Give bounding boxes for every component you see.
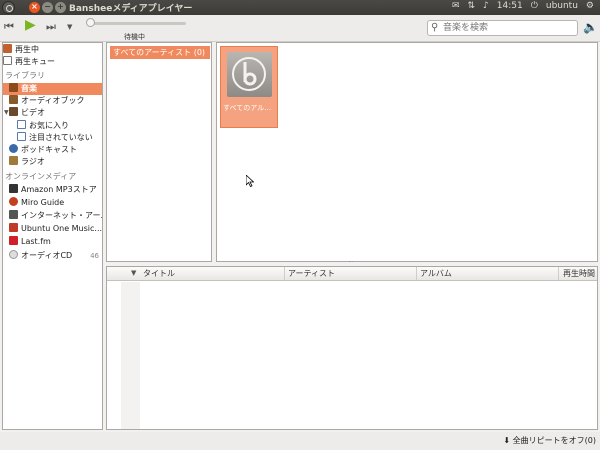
sort-chevron-icon[interactable]: ▼ <box>131 267 136 280</box>
seek-handle[interactable] <box>86 18 95 27</box>
track-list-header: ▼ タイトル アーティスト アルバム 再生時間 <box>107 267 597 281</box>
playback-status: 待機中 <box>124 33 145 41</box>
banshee-logo-icon <box>232 57 266 91</box>
clock[interactable]: 14:51 <box>497 1 523 11</box>
radio-icon <box>9 156 18 165</box>
playlist-icon <box>17 120 26 129</box>
system-tray: ✉ ⇅ ♪ 14:51 ⏻ ubuntu ⚙ <box>452 1 594 11</box>
track-list: ▼ タイトル アーティスト アルバム 再生時間 <box>106 266 598 430</box>
chevron-down-icon[interactable]: ▼ <box>4 107 9 119</box>
source-sidebar: 再生中 再生キュー ライブラリ 音楽 オーディオブック ▼ ビデオ お気に入り … <box>2 42 103 430</box>
sidebar-item-now-playing[interactable]: 再生中 <box>3 44 102 56</box>
all-albums-tile[interactable]: すべてのアルバ... <box>220 46 278 128</box>
playlist-icon <box>17 132 26 141</box>
sidebar-item-podcasts[interactable]: ポッドキャスト <box>3 144 102 156</box>
status-bar: ⬇ 全曲リピートをオフ(0) <box>0 432 600 450</box>
sidebar-item-audio-cd[interactable]: オーディオCD 46 <box>3 250 102 262</box>
ubuntu-one-icon <box>9 223 18 232</box>
previous-button[interactable]: ⏮ <box>4 20 14 34</box>
play-button[interactable]: ▶ <box>25 17 36 33</box>
seek-bar[interactable] <box>92 22 186 25</box>
column-album[interactable]: アルバム <box>417 267 559 280</box>
window-controls: × − + <box>29 2 66 13</box>
artist-list: すべてのアーティスト (0) <box>106 42 212 262</box>
window-title: Bansheeメディアプレイヤー <box>69 4 193 14</box>
repeat-toggle[interactable]: ⬇ 全曲リピートをオフ(0) <box>503 435 596 446</box>
search-icon: ⚲ <box>431 22 439 33</box>
minimize-button[interactable]: − <box>42 2 53 13</box>
chevron-down-icon[interactable]: ▼ <box>67 23 72 31</box>
arrow-down-icon: ⬇ <box>503 436 511 445</box>
archive-icon <box>9 210 18 219</box>
online-media-header: オンラインメディア <box>5 172 77 181</box>
pane-splitter[interactable] <box>349 261 353 264</box>
track-list-stripe <box>121 282 140 429</box>
sidebar-item-queue[interactable]: 再生キュー <box>3 56 102 68</box>
sidebar-item-miro[interactable]: Miro Guide <box>3 197 102 209</box>
top-panel: × − + Bansheeメディアプレイヤー ✉ ⇅ ♪ 14:51 ⏻ ubu… <box>0 0 600 15</box>
cd-count: 46 <box>90 252 99 260</box>
sidebar-item-internet-archive[interactable]: インターネット・アー... <box>3 210 102 222</box>
album-cover <box>227 52 272 97</box>
all-albums-label: すべてのアルバ... <box>223 104 277 112</box>
sidebar-item-radio[interactable]: ラジオ <box>3 156 102 168</box>
all-artists-item[interactable]: すべてのアーティスト (0) <box>110 46 210 59</box>
amazon-icon <box>9 184 18 193</box>
queue-icon <box>3 56 12 65</box>
mail-icon[interactable]: ✉ <box>452 1 460 11</box>
column-artist[interactable]: アーティスト <box>285 267 417 280</box>
video-icon <box>9 107 18 116</box>
close-button[interactable]: × <box>29 2 40 13</box>
ubuntu-logo-icon[interactable] <box>2 1 15 14</box>
sidebar-item-favorites[interactable]: お気に入り <box>3 120 102 132</box>
maximize-button[interactable]: + <box>55 2 66 13</box>
search-input[interactable] <box>443 22 575 34</box>
album-grid: すべてのアルバ... <box>216 42 598 262</box>
next-button[interactable]: ⏭ <box>46 20 56 34</box>
now-playing-icon <box>3 44 12 53</box>
mouse-cursor-icon <box>246 175 254 187</box>
podcast-icon <box>9 144 18 153</box>
gear-icon[interactable]: ⚙ <box>586 1 594 11</box>
power-icon[interactable]: ⏻ <box>531 1 538 11</box>
search-box[interactable]: ⚲ <box>427 20 578 36</box>
music-icon <box>9 83 18 92</box>
user-name[interactable]: ubuntu <box>546 1 578 11</box>
repeat-label: 全曲リピートをオフ(0) <box>512 436 596 445</box>
volume-icon[interactable]: 🔈 <box>583 20 598 34</box>
volume-tray-icon[interactable]: ♪ <box>483 1 489 11</box>
sidebar-item-music[interactable]: 音楽 <box>3 83 102 95</box>
player-toolbar: ⏮ ▶ ⏭ ▼ 待機中 ⚲ 🔈 <box>0 15 600 42</box>
sidebar-item-audiobooks[interactable]: オーディオブック <box>3 95 102 107</box>
sidebar-item-lastfm[interactable]: Last.fm <box>3 236 102 248</box>
sidebar-item-amazon[interactable]: Amazon MP3ストア <box>3 184 102 196</box>
sidebar-item-ubuntu-one[interactable]: Ubuntu One Music... <box>3 223 102 235</box>
library-header: ライブラリ <box>5 71 45 80</box>
network-icon[interactable]: ⇅ <box>468 1 476 11</box>
sidebar-item-unheard[interactable]: 注目されていない <box>3 132 102 144</box>
column-title[interactable]: タイトル <box>140 267 285 280</box>
cd-icon <box>9 250 18 259</box>
column-duration[interactable]: 再生時間 <box>559 267 597 280</box>
miro-icon <box>9 197 18 206</box>
sidebar-item-video[interactable]: ▼ ビデオ <box>3 107 102 119</box>
audiobook-icon <box>9 95 18 104</box>
lastfm-icon <box>9 236 18 245</box>
